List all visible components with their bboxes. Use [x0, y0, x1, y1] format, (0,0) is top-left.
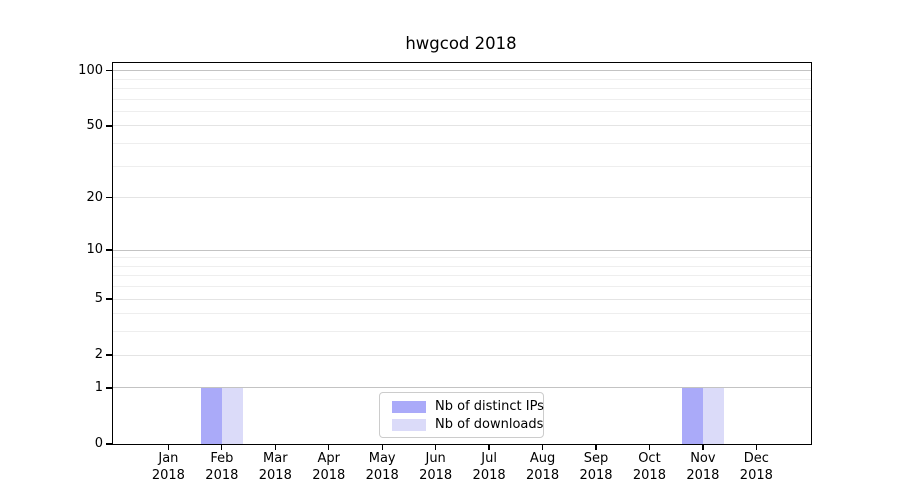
legend-item-downloads: Nb of downloads: [392, 417, 535, 432]
x-tick: [435, 445, 436, 450]
y-tick: [106, 70, 112, 71]
x-tick: [168, 445, 169, 450]
y-gridline: [113, 355, 811, 356]
chart-figure: hwgcod 2018 Nb of distinct IPs Nb of dow…: [0, 0, 900, 500]
legend-label-distinct-ips: Nb of distinct IPs: [435, 399, 544, 414]
y-tick: [106, 387, 112, 388]
y-gridline-minor: [113, 313, 811, 314]
x-tick: [649, 445, 650, 450]
chart-title: hwgcod 2018: [112, 34, 810, 53]
bar-nb-of-downloads-feb: [222, 388, 243, 444]
y-tick-label: 0: [51, 436, 103, 452]
y-tick: [106, 443, 112, 444]
y-gridline: [113, 197, 811, 198]
y-gridline-minor: [113, 88, 811, 89]
legend-swatch-downloads: [392, 419, 426, 431]
bar-nb-of-distinct-ips-nov: [682, 388, 703, 444]
x-tick: [595, 445, 596, 450]
bar-nb-of-distinct-ips-feb: [201, 388, 222, 444]
x-tick: [488, 445, 489, 450]
y-tick-label: 100: [51, 63, 103, 79]
y-gridline-minor: [113, 166, 811, 167]
legend: Nb of distinct IPs Nb of downloads: [379, 392, 544, 438]
y-tick-label: 10: [51, 242, 103, 258]
y-gridline-minor: [113, 143, 811, 144]
bar-nb-of-downloads-nov: [703, 388, 724, 444]
y-tick-label: 20: [51, 190, 103, 206]
y-gridline-major: [113, 250, 811, 251]
legend-item-distinct-ips: Nb of distinct IPs: [392, 399, 535, 414]
x-tick: [542, 445, 543, 450]
legend-swatch-distinct-ips: [392, 401, 426, 413]
y-gridline-minor: [113, 331, 811, 332]
y-tick-label: 50: [51, 118, 103, 134]
y-gridline: [113, 299, 811, 300]
y-gridline-minor: [113, 79, 811, 80]
y-tick: [106, 249, 112, 250]
plot-area: Nb of distinct IPs Nb of downloads 01251…: [112, 62, 812, 445]
y-gridline-major: [113, 70, 811, 71]
x-tick: [382, 445, 383, 450]
x-tick: [756, 445, 757, 450]
y-gridline-minor: [113, 99, 811, 100]
y-tick: [106, 298, 112, 299]
x-tick: [328, 445, 329, 450]
y-tick: [106, 197, 112, 198]
y-gridline-minor: [113, 257, 811, 258]
x-tick-year: 2018: [721, 468, 791, 485]
y-tick: [106, 354, 112, 355]
x-tick: [275, 445, 276, 450]
y-tick: [106, 125, 112, 126]
y-gridline-minor: [113, 286, 811, 287]
x-tick: [221, 445, 222, 450]
legend-label-downloads: Nb of downloads: [435, 417, 543, 432]
y-gridline-minor: [113, 111, 811, 112]
x-tick-label: Dec2018: [721, 451, 791, 484]
y-gridline-minor: [113, 275, 811, 276]
y-tick-label: 5: [51, 291, 103, 307]
x-tick: [702, 445, 703, 450]
y-gridline-minor: [113, 266, 811, 267]
y-tick-label: 2: [51, 347, 103, 363]
y-tick-label: 1: [51, 380, 103, 396]
x-tick-month: Dec: [721, 451, 791, 468]
y-gridline: [113, 125, 811, 126]
